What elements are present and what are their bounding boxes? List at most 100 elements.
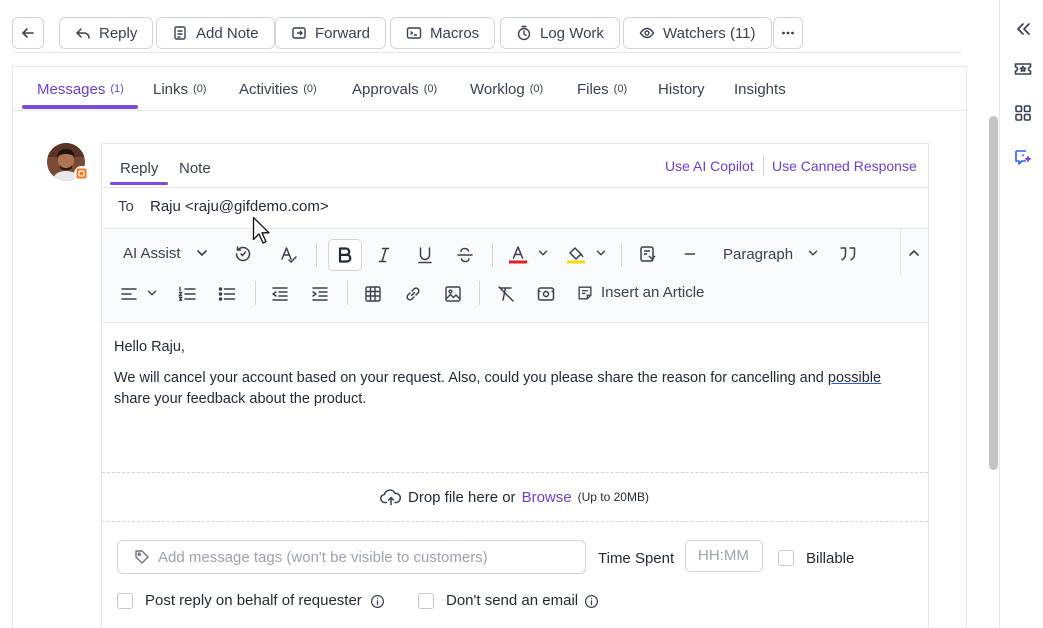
message-body: We will cancel your account based on you… xyxy=(114,368,914,410)
message-tags-input[interactable]: Add message tags (won't be visible to cu… xyxy=(117,540,586,574)
bullet-list-icon[interactable] xyxy=(217,284,237,304)
ai-copilot-link[interactable]: Use AI Copilot xyxy=(665,158,754,174)
to-recipient-field[interactable]: Raju <raju@gifdemo.com> xyxy=(150,198,329,215)
outdent-icon[interactable] xyxy=(270,284,290,304)
time-spent-input[interactable]: HH:MM xyxy=(685,540,763,572)
indent-icon[interactable] xyxy=(310,284,330,304)
tab-worklog[interactable]: Worklog (0) xyxy=(470,81,543,98)
to-label: To xyxy=(118,198,134,215)
collapse-double-chevron-icon[interactable] xyxy=(1013,19,1033,39)
editor-toolbar: AI Assist Paragraph Insert an Article xyxy=(102,228,928,322)
tab-insights[interactable]: Insights xyxy=(734,81,786,98)
conversation-panel: Messages (1) Links (0) Activities (0) Appro… xyxy=(12,66,967,628)
ticket-icon[interactable] xyxy=(1013,59,1033,79)
watchers-button[interactable]: Watchers (11) xyxy=(623,17,772,49)
bold-icon xyxy=(338,247,352,263)
horizontal-rule-icon[interactable] xyxy=(680,244,700,264)
chevron-down-icon[interactable] xyxy=(145,286,159,300)
log-work-label: Log Work xyxy=(540,24,604,42)
insert-article-label: Insert an Article xyxy=(601,284,705,301)
back-button[interactable] xyxy=(12,17,44,49)
image-icon[interactable] xyxy=(443,284,463,304)
top-toolbar: Reply Add Note Forward Macros Log Work W… xyxy=(0,0,965,66)
file-drop-zone[interactable]: Drop file here or Browse (Up to 20MB) xyxy=(102,472,928,522)
chevron-up-icon[interactable] xyxy=(906,245,922,261)
strikethrough-icon[interactable] xyxy=(455,245,475,265)
message-text: share your feedback about the product. xyxy=(114,391,367,407)
post-on-behalf-checkbox[interactable] xyxy=(117,593,133,609)
tab-count: (0) xyxy=(529,83,544,95)
apps-grid-icon[interactable] xyxy=(1013,103,1033,123)
chevron-down-icon[interactable] xyxy=(594,246,608,260)
chevron-down-icon[interactable] xyxy=(536,246,550,260)
toolbar-divider xyxy=(621,243,622,267)
tab-history[interactable]: History xyxy=(658,81,705,98)
add-note-button[interactable]: Add Note xyxy=(156,17,275,49)
reply-button[interactable]: Reply xyxy=(59,17,154,49)
right-rail xyxy=(999,0,1043,628)
reply-label: Reply xyxy=(99,24,138,42)
add-note-label: Add Note xyxy=(196,24,259,42)
tab-links[interactable]: Links (0) xyxy=(153,81,206,98)
paragraph-style-dropdown[interactable]: Paragraph xyxy=(723,246,793,263)
link-divider xyxy=(763,156,764,176)
billable-label: Billable xyxy=(806,550,855,567)
italic-icon[interactable] xyxy=(374,245,394,265)
paragraph-label: Paragraph xyxy=(723,246,794,263)
toolbar-divider xyxy=(12,52,962,53)
toolbar-divider xyxy=(900,229,901,275)
canned-response-link[interactable]: Use Canned Response xyxy=(772,158,917,174)
tab-label: Files xyxy=(577,81,609,98)
font-color-icon[interactable] xyxy=(508,244,528,264)
spell-check-icon[interactable] xyxy=(279,244,299,264)
forward-icon xyxy=(292,27,306,39)
reply-icon xyxy=(76,28,90,39)
info-icon[interactable] xyxy=(584,594,599,609)
drop-zone-content: Drop file here or Browse (Up to 20MB) xyxy=(380,488,649,506)
time-spent-label: Time Spent xyxy=(598,550,675,567)
numbered-list-icon[interactable] xyxy=(177,284,197,304)
eye-icon xyxy=(639,27,655,39)
billable-checkbox[interactable] xyxy=(778,550,794,566)
ai-chat-icon[interactable] xyxy=(1013,147,1033,167)
tab-approvals[interactable]: Approvals (0) xyxy=(352,81,437,98)
tab-messages[interactable]: Messages (1) xyxy=(37,81,124,98)
composer-tab-note[interactable]: Note xyxy=(179,160,211,177)
insert-article-button[interactable]: Insert an Article xyxy=(601,284,704,301)
tab-activities[interactable]: Activities (0) xyxy=(239,81,317,98)
tab-count: (0) xyxy=(613,83,628,95)
dont-send-email-checkbox[interactable] xyxy=(418,593,434,609)
arrow-left-icon xyxy=(22,28,34,38)
tab-count: (0) xyxy=(193,83,207,95)
chevron-down-icon xyxy=(808,250,818,256)
log-work-button[interactable]: Log Work xyxy=(500,17,620,49)
history-sparkle-icon[interactable] xyxy=(233,244,253,264)
info-icon[interactable] xyxy=(370,594,385,609)
scrollbar[interactable] xyxy=(989,116,998,470)
spellcheck-underlined-word[interactable]: possible xyxy=(828,370,881,386)
browse-link[interactable]: Browse xyxy=(522,489,572,506)
more-button[interactable] xyxy=(773,17,803,49)
timer-icon xyxy=(517,25,531,41)
preview-icon[interactable] xyxy=(536,284,556,304)
table-icon[interactable] xyxy=(363,284,383,304)
composer-tab-reply[interactable]: Reply xyxy=(120,160,158,177)
macros-label: Macros xyxy=(430,24,480,42)
message-editor[interactable]: Hello Raju, We will cancel your account … xyxy=(102,322,928,472)
ai-assist-dropdown[interactable]: AI Assist xyxy=(123,245,181,262)
highlight-color-icon[interactable] xyxy=(566,244,586,264)
paste-format-icon[interactable] xyxy=(638,244,658,264)
tab-label: Approvals xyxy=(352,81,419,98)
article-icon xyxy=(578,286,592,300)
align-left-icon[interactable] xyxy=(119,284,139,304)
blockquote-icon[interactable] xyxy=(838,244,858,264)
link-icon[interactable] xyxy=(403,284,423,304)
toolbar-divider xyxy=(316,243,317,267)
tab-files[interactable]: Files (0) xyxy=(577,81,627,98)
forward-button[interactable]: Forward xyxy=(275,17,387,49)
macros-button[interactable]: Macros xyxy=(390,17,496,49)
underline-icon[interactable] xyxy=(415,245,435,265)
tab-label: Activities xyxy=(239,81,299,98)
more-horizontal-icon xyxy=(782,31,794,35)
clear-formatting-icon[interactable] xyxy=(496,284,516,304)
